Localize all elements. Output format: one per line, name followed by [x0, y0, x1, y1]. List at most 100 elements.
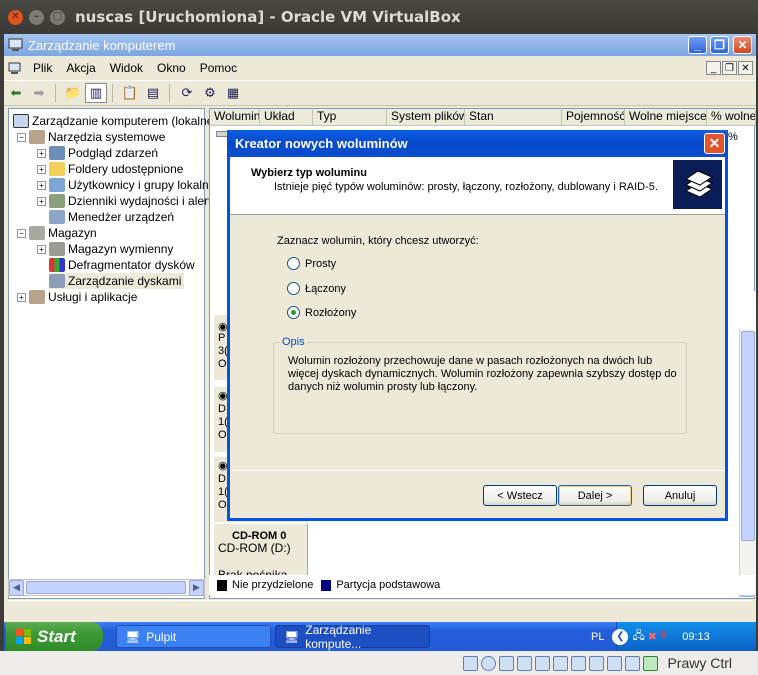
mmc-doc-icon[interactable] [4, 62, 26, 75]
help-icon[interactable]: ▤ [142, 83, 164, 103]
tree-item-magazyn[interactable]: − Magazyn [17, 225, 97, 241]
col-procent-wolnego[interactable]: % wolneg [707, 109, 756, 126]
optical-drive-icon[interactable] [481, 655, 497, 671]
tree-item-podglad[interactable]: + Podgląd zdarzeń [37, 145, 158, 161]
security-icon[interactable]: ✖ [648, 630, 657, 643]
mdi-minimize-button[interactable]: _ [706, 61, 721, 75]
radio-circle[interactable] [287, 257, 300, 270]
tree-item-defragmentator[interactable]: Defragmentator dysków [49, 257, 195, 273]
shield-icon[interactable]: ⛨ [660, 630, 668, 643]
col-wolumin[interactable]: Wolumin [210, 109, 260, 126]
arrow-down-icon[interactable] [643, 655, 659, 671]
menu-akcja[interactable]: Akcja [59, 61, 102, 75]
radio-rozlozony[interactable]: Rozłożony [287, 306, 356, 319]
scroll-left-icon[interactable]: ◀ [9, 580, 24, 596]
up-folder-icon[interactable]: 📁 [62, 83, 84, 103]
expand-icon[interactable]: + [37, 196, 46, 206]
scroll-right-icon[interactable]: ▶ [189, 580, 204, 596]
mdi-close-button[interactable]: ✕ [738, 61, 753, 75]
view-icon[interactable]: ▦ [222, 83, 244, 103]
mdi-restore-button[interactable]: ❐ [722, 61, 737, 75]
close-button[interactable]: ✕ [733, 36, 752, 54]
collapse-icon[interactable]: − [17, 132, 26, 142]
audio-icon[interactable] [499, 655, 515, 671]
back-arrow-icon[interactable]: ⬅ [5, 83, 27, 103]
settings-icon[interactable]: ⚙ [199, 83, 221, 103]
radio-circle-selected[interactable] [287, 306, 300, 319]
tree-item-uslugi[interactable]: + Usługi i aplikacje [17, 289, 137, 305]
unallocated-swatch [217, 579, 227, 591]
cpu-icon[interactable] [607, 655, 623, 671]
tree-item-dzienniki[interactable]: + Dzienniki wydajności i alerty [37, 193, 217, 209]
scroll-thumb[interactable] [26, 581, 186, 594]
restore-button[interactable]: ❐ [710, 36, 729, 54]
col-stan[interactable]: Stan [465, 109, 562, 126]
taskbar: Start 🖥 Pulpit 🖥 Zarządzanie kompute... … [4, 622, 756, 651]
next-button[interactable]: Dalej > [558, 485, 632, 506]
wizard-header: Wybierz typ woluminu Istnieje pięć typów… [230, 157, 725, 215]
menu-plik[interactable]: Plik [26, 61, 59, 75]
tree-item-menedzer[interactable]: Menedżer urządzeń [49, 209, 174, 225]
task-zarzadzanie[interactable]: 🖥 Zarządzanie kompute... [275, 623, 430, 651]
disk-vertical-scrollbar[interactable]: ▼ [739, 329, 756, 597]
tree-item-zarzadzanie-dyskami[interactable]: Zarządzanie dyskami [49, 273, 185, 289]
percent-fragment: % [728, 131, 738, 143]
network-icon[interactable]: 🖧 [632, 627, 644, 646]
language-indicator[interactable]: PL [591, 631, 604, 643]
menu-okno[interactable]: Okno [150, 61, 193, 75]
hdd-icon[interactable] [463, 655, 479, 671]
mouse-integration-icon[interactable] [625, 655, 641, 671]
show-hide-tree-icon[interactable]: ▥ [85, 83, 107, 103]
menu-pomoc[interactable]: Pomoc [193, 61, 244, 75]
expand-icon[interactable]: + [37, 180, 46, 190]
cancel-button[interactable]: Anuluj [643, 485, 717, 506]
wizard-close-button[interactable]: ✕ [704, 133, 725, 154]
computer-icon [13, 114, 29, 128]
col-pojemnosc[interactable]: Pojemność [562, 109, 625, 126]
radio-laczony[interactable]: Łączony [287, 282, 346, 295]
tree-root[interactable]: Zarządzanie komputerem (lokalne) [13, 113, 217, 129]
tray-expand-icon[interactable]: ❮ [612, 628, 629, 645]
radio-circle[interactable] [287, 282, 300, 295]
legend-unallocated: Nie przydzielone [232, 579, 314, 591]
expand-icon[interactable]: + [37, 164, 46, 174]
column-headers: Wolumin Układ Typ System plików Stan Poj… [210, 109, 756, 126]
radio-prosty[interactable]: Prosty [287, 257, 336, 270]
col-typ[interactable]: Typ [313, 109, 387, 126]
refresh-icon[interactable]: ⟳ [176, 83, 198, 103]
services-icon [29, 290, 45, 304]
tree-item-uzytkownicy[interactable]: + Użytkownicy i grupy lokalne [37, 177, 215, 193]
usb-icon[interactable] [517, 655, 533, 671]
expand-icon[interactable]: + [17, 292, 26, 302]
xp-window-titlebar: Zarządzanie komputerem _ ❐ ✕ [4, 34, 756, 56]
task-pulpit[interactable]: 🖥 Pulpit [116, 625, 271, 648]
minimize-button[interactable]: _ [688, 36, 707, 54]
close-icon[interactable]: ✕ [8, 9, 23, 25]
clock[interactable]: 09:13 [682, 631, 710, 643]
tree-item-foldery[interactable]: + Foldery udostępnione [37, 161, 183, 177]
properties-icon[interactable]: 📋 [119, 83, 141, 103]
expand-icon[interactable]: + [37, 148, 46, 158]
scroll-thumb[interactable] [741, 331, 755, 541]
minimize-icon[interactable]: – [29, 9, 44, 25]
expand-icon[interactable]: + [37, 244, 46, 254]
menu-widok[interactable]: Widok [103, 61, 150, 75]
tree-horizontal-scrollbar[interactable]: ◀ ▶ [8, 579, 205, 596]
maximize-icon[interactable]: □ [50, 9, 65, 25]
start-button[interactable]: Start [6, 622, 103, 651]
tree-item-magazyn-wymienny[interactable]: + Magazyn wymienny [37, 241, 173, 257]
collapse-icon[interactable]: − [17, 228, 26, 238]
tree-item-narzedzia[interactable]: − Narzędzia systemowe [17, 129, 165, 145]
tree-label: Defragmentator dysków [68, 258, 195, 272]
display-icon[interactable] [553, 655, 569, 671]
col-wolne-miejsce[interactable]: Wolne miejsce [625, 109, 707, 126]
col-uklad[interactable]: Układ [260, 109, 313, 126]
tree-label: Podgląd zdarzeń [68, 146, 159, 160]
network-icon[interactable] [571, 655, 587, 671]
video-capture-icon[interactable] [589, 655, 605, 671]
shared-folders-icon[interactable] [535, 655, 551, 671]
back-button[interactable]: < Wstecz [483, 485, 557, 506]
defrag-icon [49, 258, 65, 272]
col-system-plikow[interactable]: System plików [387, 109, 465, 126]
forward-arrow-icon[interactable]: ➡ [28, 83, 50, 103]
